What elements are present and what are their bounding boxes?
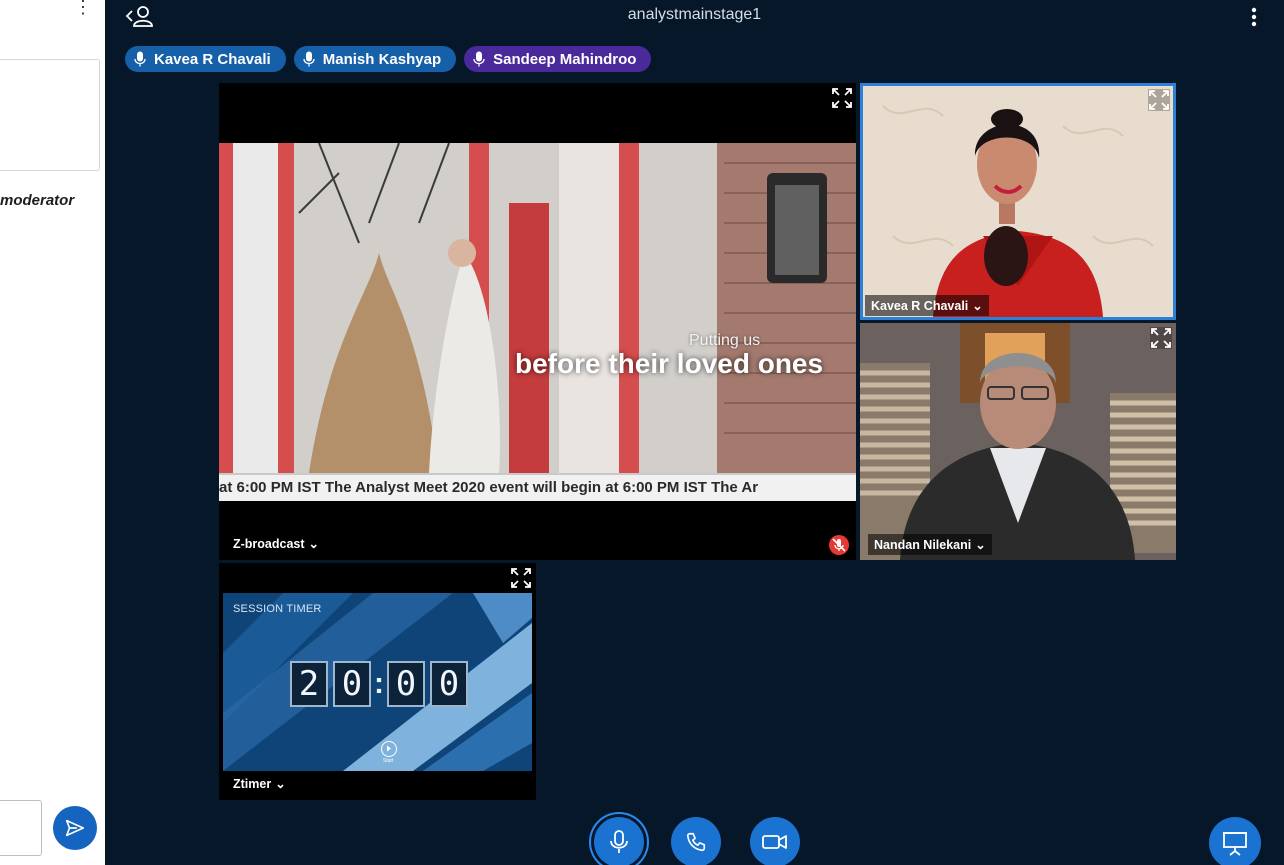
chevron-down-icon: ⌄ [308,537,320,551]
video-overlay-text-large: before their loved ones [515,348,824,379]
tile-label[interactable]: Ztimer ⌄ [233,776,286,792]
timer-colon: : [374,667,384,700]
send-icon [65,819,85,837]
send-button[interactable] [53,806,97,850]
phone-icon [686,832,706,852]
broadcast-tile[interactable]: Putting us before their loved ones at 6:… [219,83,856,560]
timer-screen: SESSION TIMER 2 0 : 0 0 Start [223,593,532,771]
speaker-chip[interactable]: Manish Kashyap [293,46,457,72]
participant-tile-kavea[interactable]: Kavea R Chavali ⌄ [860,83,1176,320]
broadcast-scene [219,143,856,501]
chevron-down-icon: ⌄ [975,538,986,552]
fullscreen-icon[interactable] [1148,89,1170,111]
video-icon [762,835,787,849]
mic-muted-icon [829,535,849,555]
play-icon[interactable] [381,741,397,757]
meeting-title: analystmainstage1 [627,6,762,23]
fullscreen-icon[interactable] [1150,327,1172,349]
participant-name: Kavea R Chavali [871,298,969,313]
timer-digit: 0 [430,661,468,707]
phone-button[interactable] [671,817,721,865]
fullscreen-icon[interactable] [831,87,853,109]
microphone-button[interactable] [594,817,644,865]
tile-label[interactable]: Nandan Nilekani ⌄ [868,534,992,555]
chevron-down-icon: ⌄ [972,299,983,313]
tile-label[interactable]: Z-broadcast ⌄ [233,536,320,552]
timer-digit: 2 [290,661,328,707]
tile-label[interactable]: Kavea R Chavali ⌄ [865,295,989,316]
speaker-name: Manish Kashyap [322,50,442,68]
timer-digit: 0 [333,661,371,707]
chat-input[interactable] [0,800,42,856]
participant-tile-nandan[interactable]: Nandan Nilekani ⌄ [860,323,1176,560]
participant-name: Nandan Nilekani [874,537,972,552]
present-button[interactable] [1209,817,1261,865]
mic-icon [303,51,315,67]
timer-digit: 0 [387,661,425,707]
timer-digits: 2 0 : 0 0 [290,661,468,707]
participant-video [860,323,1176,560]
presentation-icon [1223,832,1247,856]
more-vertical-icon[interactable] [1244,6,1264,28]
speaker-chips: Kavea R Chavali Manish Kashyap Sandeep M… [125,46,652,72]
timer-tile[interactable]: SESSION TIMER 2 0 : 0 0 Start Ztimer ⌄ [219,563,536,800]
fullscreen-icon[interactable] [510,567,532,589]
chat-menu-icon[interactable]: ⋮ [74,0,92,16]
participant-video [863,86,1173,317]
moderator-label: moderator [0,192,75,209]
speaker-chip[interactable]: Sandeep Mahindroo [464,46,652,72]
timer-label: Ztimer [233,776,272,791]
speaker-chip[interactable]: Kavea R Chavali [125,46,286,72]
news-ticker: at 6:00 PM IST The Analyst Meet 2020 eve… [219,473,856,501]
meeting-stage: analystmainstage1 Kavea R Chavali Manish… [105,0,1284,865]
broadcast-video: Putting us before their loved ones at 6:… [219,143,856,501]
timer-start-label: Start [383,758,394,764]
mic-icon [473,51,485,67]
chat-message-box [0,59,100,171]
mic-icon [610,830,628,853]
mic-icon [134,51,146,67]
speaker-name: Sandeep Mahindroo [493,50,637,68]
camera-button[interactable] [750,817,800,865]
speaker-name: Kavea R Chavali [154,50,271,68]
chat-panel: ⋮ moderator [0,0,105,865]
chevron-down-icon: ⌄ [275,777,286,791]
broadcast-label: Z-broadcast [233,536,305,551]
timer-heading: SESSION TIMER [233,603,322,615]
